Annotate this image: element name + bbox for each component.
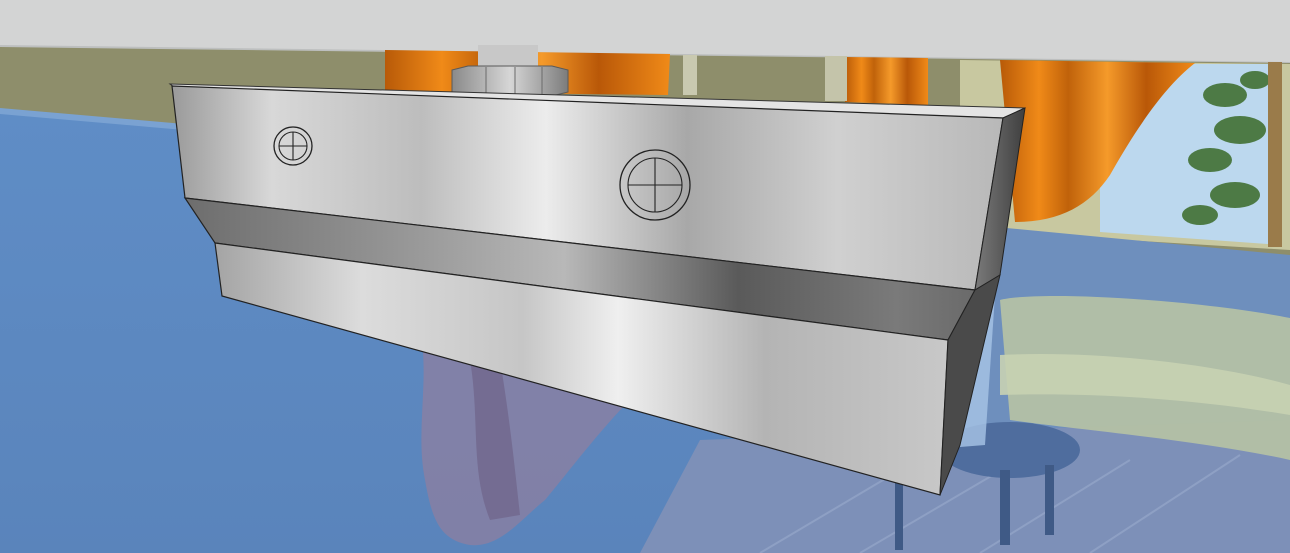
window-mullion-2 — [825, 56, 847, 101]
hex-nut — [451, 65, 569, 97]
patch-fitting-render — [0, 0, 1290, 553]
crosshair-screw-icon — [619, 149, 691, 221]
window-frame-right — [1268, 62, 1282, 247]
window-mullion-1 — [683, 55, 697, 95]
curtain-middle — [845, 57, 928, 105]
side-table-leg-2 — [1045, 465, 1054, 535]
side-table-leg-1 — [1000, 470, 1010, 545]
crosshair-screw-icon — [273, 126, 313, 166]
side-table-leg-3 — [895, 480, 903, 550]
